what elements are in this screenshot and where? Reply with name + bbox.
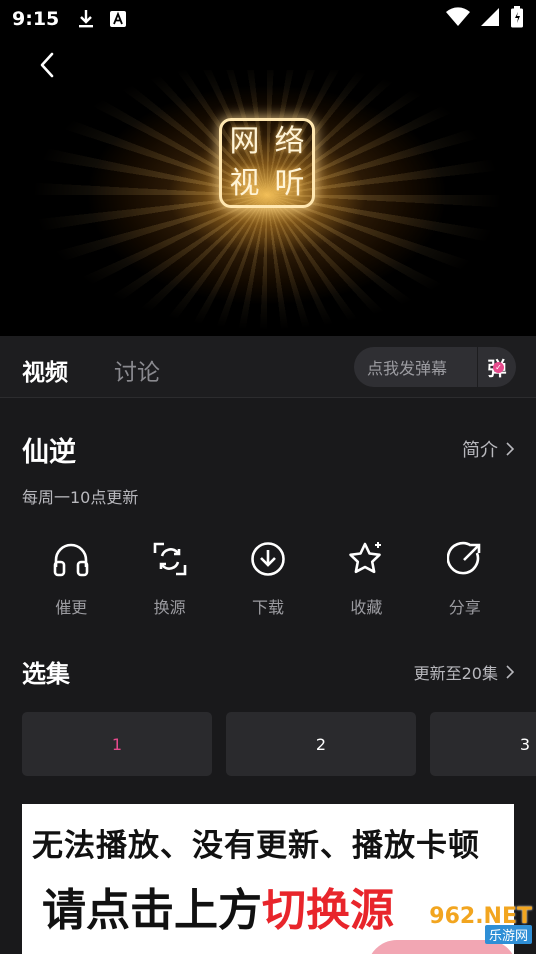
switch-source-icon <box>151 540 189 578</box>
show-title: 仙逆 <box>22 437 76 468</box>
danmaku-bar: 点我发弹幕 弹 ✓ <box>354 347 516 387</box>
watermark-site: 乐游网 <box>484 925 532 944</box>
chevron-right-icon <box>506 665 514 679</box>
logo-char: 听 <box>274 166 305 201</box>
action-row: 催更 换源 下载 收藏 分享 <box>22 540 514 620</box>
banner-line2-highlight: 切换源 <box>262 885 394 936</box>
banner-line2: 请点击上方切换源 <box>42 874 394 938</box>
action-label: 收藏 <box>350 598 383 617</box>
a-notification-icon <box>109 10 127 28</box>
wifi-icon <box>446 7 470 31</box>
logo-char: 络 <box>274 124 305 159</box>
episode-item[interactable]: 2 <box>226 712 416 776</box>
action-label: 分享 <box>448 598 481 617</box>
site-watermark: 962.NET 乐游网 <box>398 904 532 948</box>
tab-video[interactable]: 视频 <box>22 353 68 387</box>
update-schedule: 每周一10点更新 <box>22 488 139 507</box>
download-circle-icon <box>249 540 287 578</box>
status-time: 9:15 <box>12 8 60 30</box>
chevron-right-icon <box>506 442 514 456</box>
intro-label: 简介 <box>462 440 498 461</box>
episodes-update-label: 更新至20集 <box>413 664 498 683</box>
intro-link[interactable]: 简介 <box>462 436 514 462</box>
battery-icon <box>510 6 524 32</box>
video-player[interactable]: 网 络 视 听 <box>0 38 536 336</box>
logo-char: 视 <box>229 166 260 201</box>
action-label: 催更 <box>55 598 88 617</box>
favorite-button[interactable]: 收藏 <box>317 540 415 620</box>
download-icon <box>77 9 95 29</box>
episode-list: 1 2 3 <box>22 712 536 776</box>
back-button[interactable] <box>32 50 62 80</box>
banner-line2-prefix: 请点击上方 <box>42 885 262 936</box>
action-label: 换源 <box>153 598 186 617</box>
headphones-icon <box>52 540 90 578</box>
signal-icon <box>480 7 500 31</box>
tab-bar: 视频 讨论 点我发弹幕 弹 ✓ <box>0 336 536 398</box>
check-badge-icon: ✓ <box>493 361 504 373</box>
danmaku-input[interactable]: 点我发弹幕 <box>354 355 465 379</box>
logo-char: 网 <box>229 124 260 159</box>
banner-line1: 无法播放、没有更新、播放卡顿 <box>32 828 480 864</box>
share-icon <box>446 540 484 578</box>
share-button[interactable]: 分享 <box>416 540 514 620</box>
episodes-title: 选集 <box>22 660 70 688</box>
tab-discussion[interactable]: 讨论 <box>114 353 160 387</box>
danmaku-toggle-button[interactable]: 弹 ✓ <box>478 354 516 381</box>
episode-item[interactable]: 1 <box>22 712 212 776</box>
switch-source-button[interactable]: 换源 <box>120 540 218 620</box>
urge-update-button[interactable]: 催更 <box>22 540 120 620</box>
download-button[interactable]: 下载 <box>219 540 317 620</box>
episodes-update-link[interactable]: 更新至20集 <box>414 660 514 684</box>
status-bar: 9:15 <box>0 0 536 38</box>
video-logo: 网 络 视 听 <box>219 118 315 208</box>
episode-item[interactable]: 3 <box>430 712 536 776</box>
star-icon <box>347 540 385 578</box>
action-label: 下载 <box>251 598 284 617</box>
chevron-left-icon <box>40 52 54 78</box>
